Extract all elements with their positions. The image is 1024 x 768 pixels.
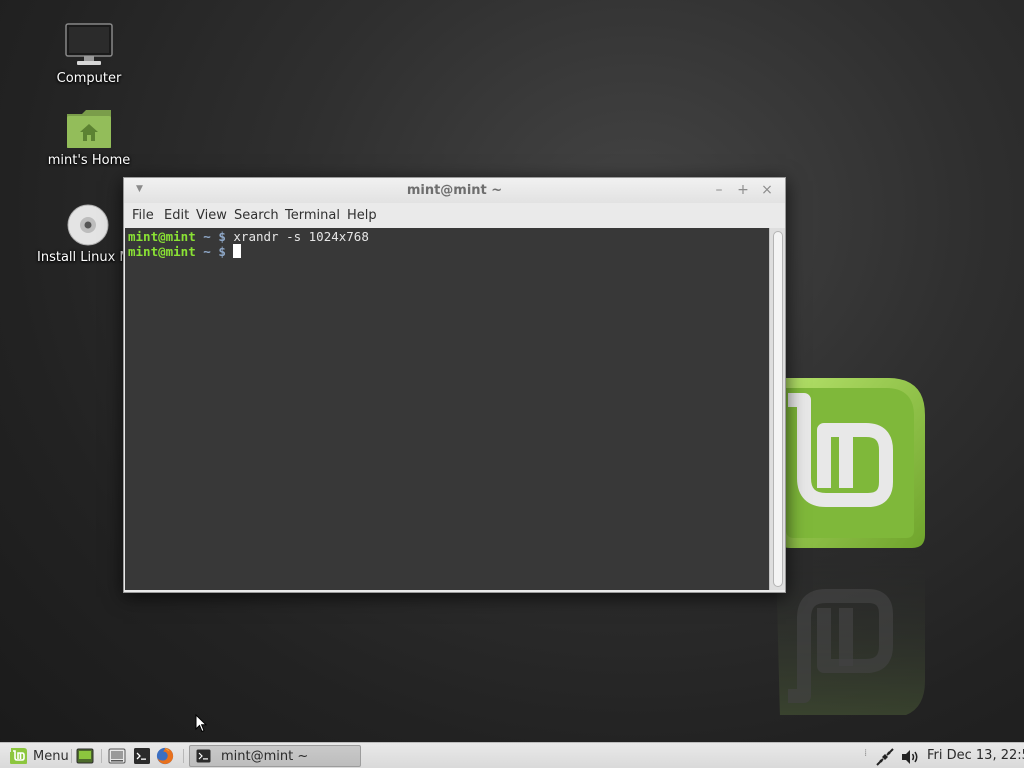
network-icon[interactable]: [875, 747, 895, 767]
menu-help[interactable]: Help: [347, 208, 377, 223]
main-menu-button[interactable]: Menu: [6, 746, 70, 766]
terminal-icon[interactable]: [133, 747, 151, 765]
maximize-button[interactable]: +: [735, 182, 751, 198]
taskbar-button-label: mint@mint ~: [221, 749, 309, 764]
scrollbar[interactable]: [769, 228, 785, 590]
home-folder-icon: [67, 110, 111, 148]
computer-icon: [65, 23, 113, 65]
prompt-symbol: $: [218, 229, 226, 244]
clock[interactable]: Fri Dec 13, 22:59: [927, 748, 1024, 763]
menu-view[interactable]: View: [196, 208, 227, 223]
prompt-path: ~: [203, 229, 211, 244]
prompt-user-host: mint@mint: [128, 244, 196, 259]
desktop-icon-label: mint's Home: [47, 153, 131, 168]
desktop-icon-label: Computer: [56, 71, 122, 86]
terminal-window: ▼ mint@mint ~ – + × File Edit View Searc…: [123, 177, 786, 593]
terminal-line: mint@mint ~ $ xrandr -s 1024x768: [128, 229, 369, 244]
panel-separator: [101, 749, 102, 763]
window-title: mint@mint ~: [406, 183, 503, 198]
terminal-icon: [196, 749, 211, 763]
command-text: xrandr -s 1024x768: [233, 229, 369, 244]
mint-menu-icon: [10, 748, 27, 764]
terminal-line: mint@mint ~ $: [128, 244, 242, 259]
firefox-icon[interactable]: [156, 747, 174, 765]
desktop: Computer mint's Home Install Linux Mint …: [0, 0, 1024, 768]
scrollbar-thumb[interactable]: [773, 231, 783, 587]
menu-terminal[interactable]: Terminal: [285, 208, 340, 223]
menubar: File Edit View Search Terminal Help: [124, 203, 785, 227]
panel-separator: [71, 749, 72, 763]
taskbar-button-terminal[interactable]: mint@mint ~: [189, 745, 361, 767]
file-manager-icon[interactable]: [108, 747, 126, 765]
text-cursor: [233, 244, 242, 258]
cd-disc-icon: [67, 204, 109, 246]
prompt-user-host: mint@mint: [128, 229, 196, 244]
desktop-icon-install[interactable]: Install Linux Mint: [24, 203, 124, 265]
desktop-icon-label: Install Linux Mint: [37, 250, 124, 265]
menu-label: Menu: [33, 749, 69, 764]
bottom-panel: Menu mint@mint ~ ⁞ Fri Dec 13, 22:: [0, 742, 1024, 768]
prompt-symbol: $: [218, 244, 226, 259]
desktop-icon-computer[interactable]: Computer: [24, 22, 154, 86]
menu-file[interactable]: File: [132, 208, 154, 223]
desktop-icon-home[interactable]: mint's Home: [24, 108, 154, 168]
prompt-path: ~: [203, 244, 211, 259]
terminal-output[interactable]: mint@mint ~ $ xrandr -s 1024x768 mint@mi…: [125, 228, 769, 590]
mouse-pointer-icon: [195, 714, 207, 733]
tray-grip-icon: ⁞: [864, 748, 868, 759]
panel-separator: [183, 749, 184, 763]
menu-search[interactable]: Search: [234, 208, 279, 223]
minimize-button[interactable]: –: [711, 182, 727, 198]
volume-icon[interactable]: [900, 748, 920, 766]
menu-edit[interactable]: Edit: [164, 208, 189, 223]
window-titlebar[interactable]: ▼ mint@mint ~ – + ×: [124, 178, 785, 203]
close-button[interactable]: ×: [759, 182, 775, 198]
show-desktop-icon[interactable]: [76, 747, 94, 765]
